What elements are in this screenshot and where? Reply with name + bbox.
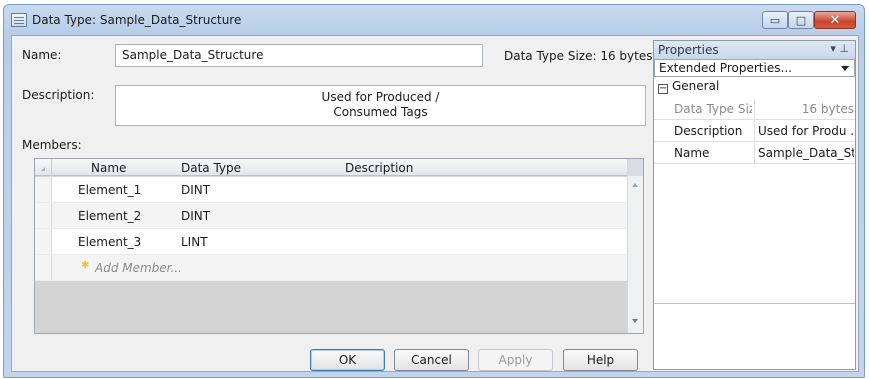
- scrollbar-header-cap: [628, 159, 643, 176]
- description-label: Description:: [22, 88, 95, 102]
- member-name-cell[interactable]: Element_2: [78, 209, 141, 223]
- properties-title: Properties: [658, 43, 719, 57]
- apply-button[interactable]: Apply: [478, 349, 553, 371]
- close-button[interactable]: ✕: [814, 11, 856, 29]
- collapse-icon[interactable]: −: [658, 84, 668, 94]
- property-value[interactable]: Used for Produ ...: [758, 124, 854, 138]
- window-title: Data Type: Sample_Data_Structure: [32, 13, 242, 27]
- scroll-up-arrow-icon[interactable]: [632, 183, 638, 187]
- close-icon: ✕: [829, 12, 841, 28]
- members-grid[interactable]: Name Data Type Description Element_1 DIN…: [34, 158, 644, 334]
- scroll-down-arrow-icon[interactable]: [632, 319, 638, 323]
- pin-icon[interactable]: ▾ ⊥: [830, 42, 849, 55]
- help-button[interactable]: Help: [563, 349, 638, 371]
- select-all-corner[interactable]: [35, 159, 52, 176]
- properties-dropdown[interactable]: Extended Properties...: [654, 59, 855, 77]
- minimize-icon: ▭: [769, 13, 781, 27]
- property-value[interactable]: Sample_Data_Stru: [758, 146, 854, 160]
- member-row-2[interactable]: Element_2 DINT: [35, 203, 628, 229]
- description-input[interactable]: Used for Produced / Consumed Tags: [115, 85, 646, 126]
- row-header[interactable]: [35, 229, 52, 254]
- column-divider[interactable]: [754, 142, 755, 163]
- row-header[interactable]: [35, 255, 52, 280]
- members-label: Members:: [22, 138, 82, 152]
- column-divider[interactable]: [754, 120, 755, 141]
- window-controls: ▭ □ ✕: [762, 11, 856, 29]
- member-name-cell[interactable]: Element_1: [78, 183, 141, 197]
- member-type-cell[interactable]: DINT: [181, 209, 210, 223]
- properties-dropdown-value: Extended Properties...: [659, 61, 792, 75]
- property-name: Data Type Size: [674, 102, 752, 116]
- description-line-1: Used for Produced /: [321, 90, 440, 104]
- property-name: Name: [674, 146, 710, 160]
- column-header-description[interactable]: Description: [345, 161, 413, 175]
- star-icon: ✱: [81, 260, 90, 271]
- add-member-row[interactable]: ✱ Add Member...: [35, 255, 628, 281]
- property-value: 16 bytes: [801, 102, 854, 116]
- chevron-down-icon: [841, 66, 849, 71]
- description-line-2: Consumed Tags: [333, 105, 428, 119]
- dialog-body: Name: Sample_Data_Structure Data Type Si…: [11, 35, 859, 372]
- category-general[interactable]: − General: [654, 79, 855, 98]
- dialog-window: Data Type: Sample_Data_Structure ▭ □ ✕ N…: [3, 4, 865, 378]
- category-label: General: [672, 79, 720, 93]
- title-bar[interactable]: Data Type: Sample_Data_Structure ▭ □ ✕: [4, 5, 864, 35]
- property-description-pane: [654, 303, 855, 369]
- cancel-button[interactable]: Cancel: [394, 349, 469, 371]
- property-row-description[interactable]: Description Used for Produ ...: [654, 120, 855, 142]
- column-header-name[interactable]: Name: [91, 161, 126, 175]
- ok-button[interactable]: OK: [310, 349, 385, 371]
- member-name-cell[interactable]: Element_3: [78, 235, 141, 249]
- properties-title-bar: Properties ▾ ⊥: [654, 41, 855, 59]
- property-row-name[interactable]: Name Sample_Data_Stru: [654, 142, 855, 164]
- data-type-size-label: Data Type Size: 16 bytes: [504, 49, 653, 63]
- member-type-cell[interactable]: DINT: [181, 183, 210, 197]
- grid-header: Name Data Type Description: [35, 159, 628, 176]
- name-label: Name:: [22, 48, 62, 62]
- property-name: Description: [674, 124, 743, 138]
- member-row-1[interactable]: Element_1 DINT: [35, 177, 628, 203]
- data-type-icon: [11, 13, 27, 27]
- property-grid: −General Data Type Size 16 bytes Descrip…: [654, 79, 855, 164]
- add-member-label[interactable]: Add Member...: [95, 261, 182, 275]
- grid-vertical-scrollbar[interactable]: [627, 159, 643, 333]
- column-divider[interactable]: [754, 98, 755, 119]
- column-header-data-type[interactable]: Data Type: [181, 161, 241, 175]
- property-row-data-type-size[interactable]: Data Type Size 16 bytes: [654, 98, 855, 120]
- maximize-button[interactable]: □: [788, 11, 814, 29]
- name-input[interactable]: Sample_Data_Structure: [115, 44, 483, 67]
- row-header[interactable]: [35, 177, 52, 202]
- properties-panel: Properties ▾ ⊥ Extended Properties... − G…: [653, 40, 856, 370]
- maximize-icon: □: [795, 13, 807, 27]
- member-row-3[interactable]: Element_3 LINT: [35, 229, 628, 255]
- member-type-cell[interactable]: LINT: [181, 235, 208, 249]
- row-header[interactable]: [35, 203, 52, 228]
- minimize-button[interactable]: ▭: [762, 11, 788, 29]
